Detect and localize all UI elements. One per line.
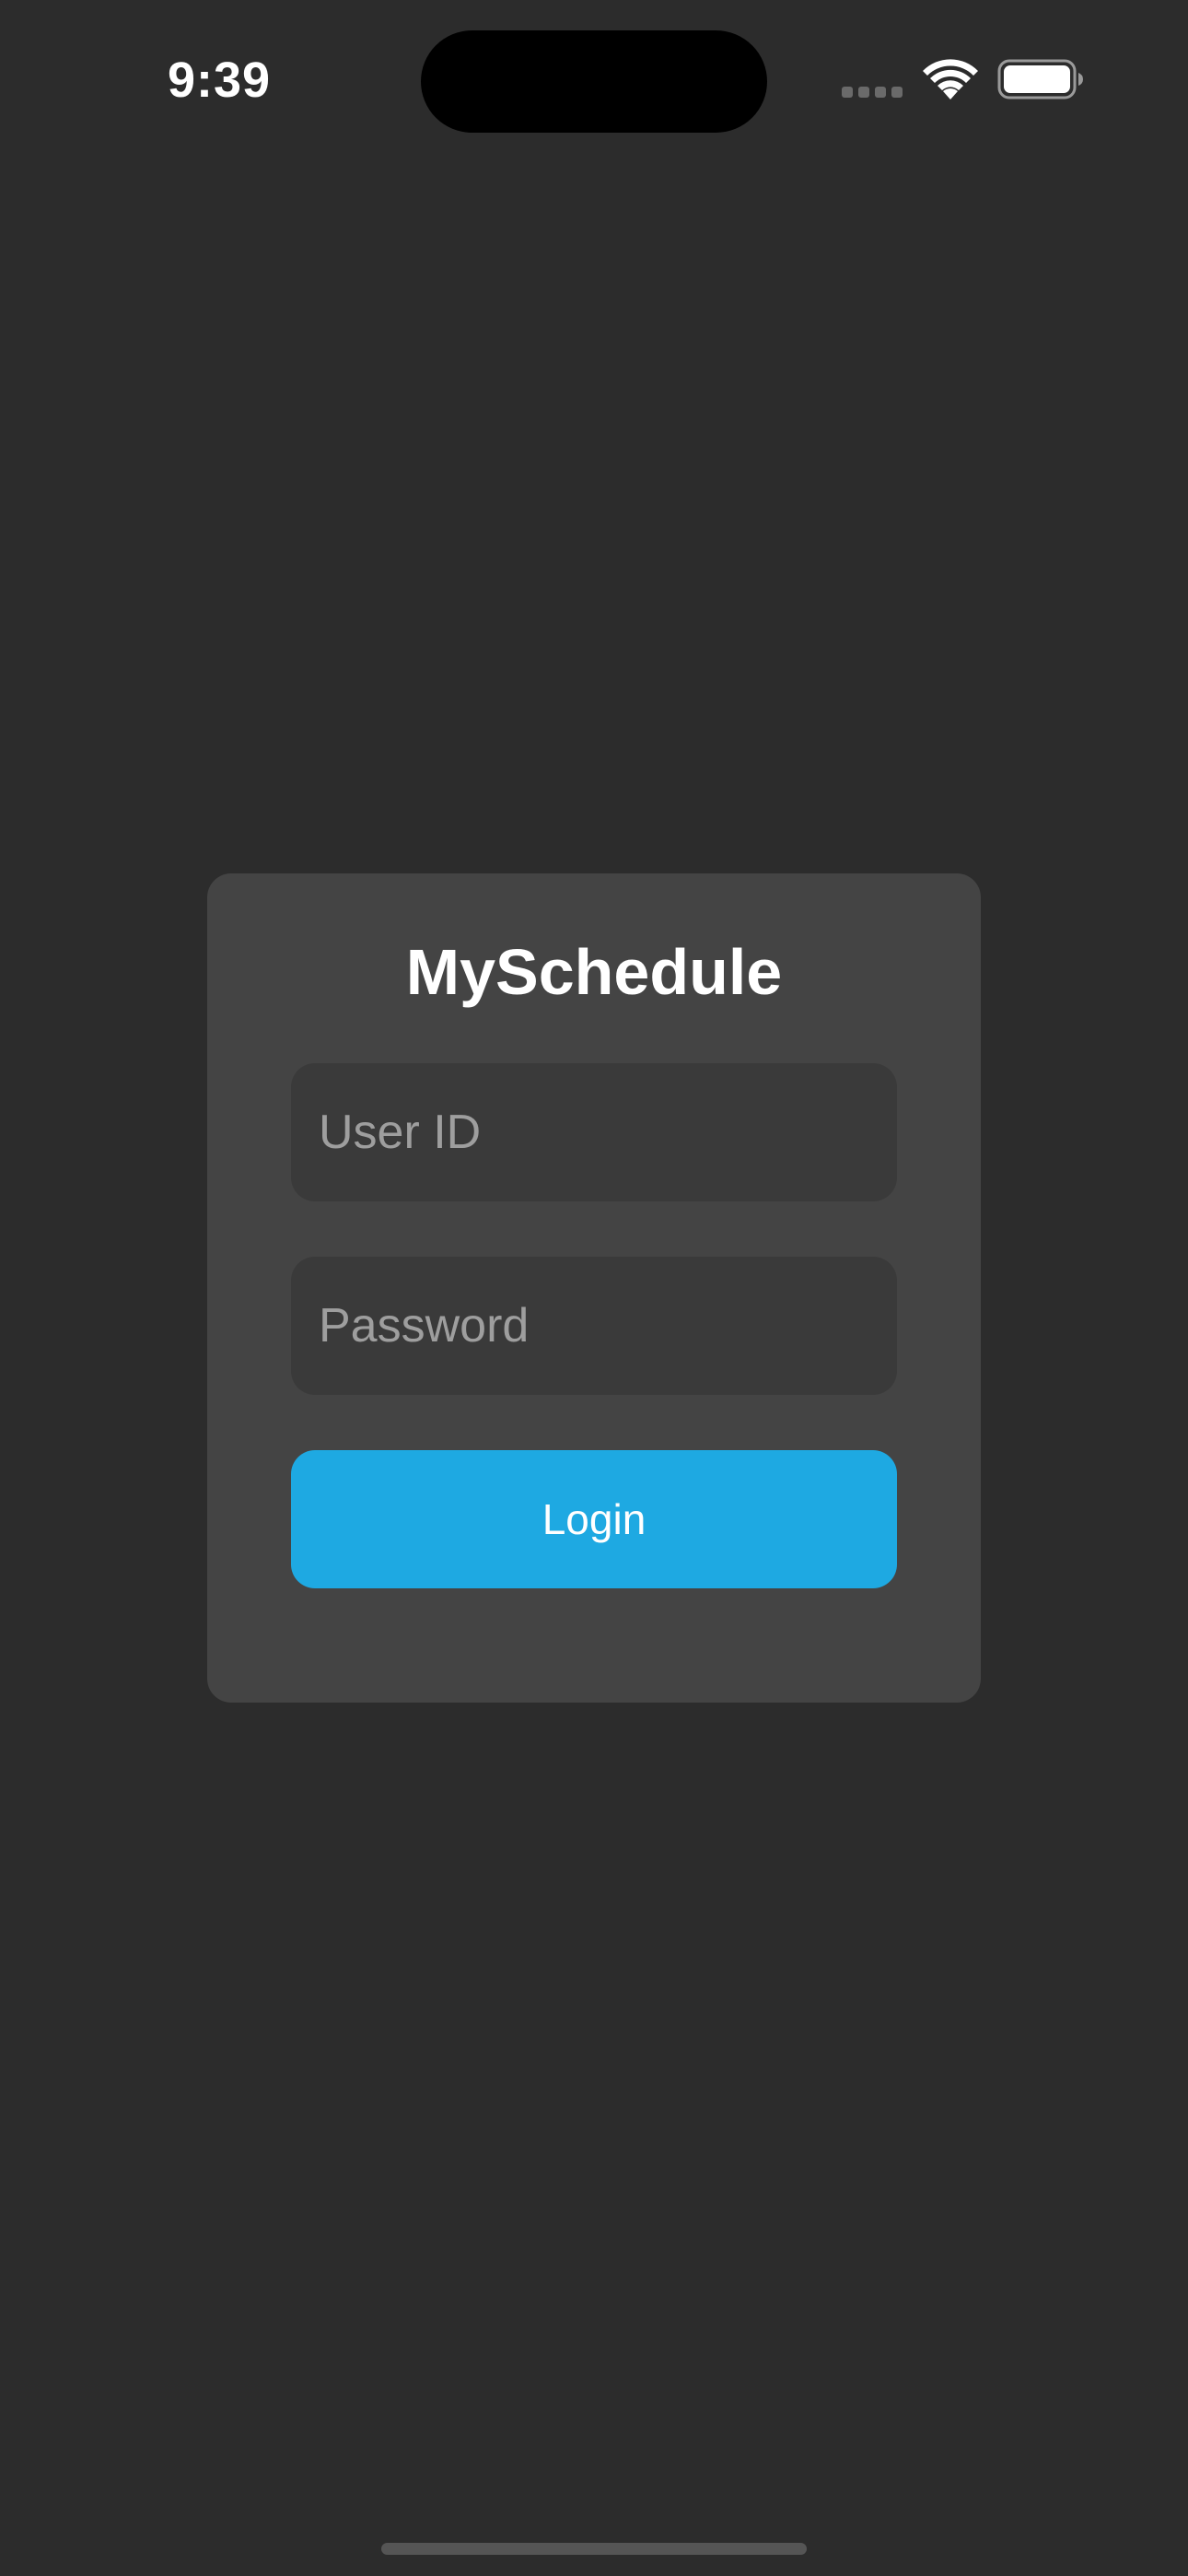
user-id-placeholder: User ID <box>319 1106 482 1159</box>
status-time: 9:39 <box>168 53 272 108</box>
app-title: MySchedule <box>405 936 783 1008</box>
password-placeholder: Password <box>319 1299 530 1352</box>
wifi-icon <box>923 59 978 100</box>
battery-icon <box>997 59 1083 100</box>
cellular-signal-icon <box>842 87 904 98</box>
user-id-field[interactable]: User ID <box>291 1063 897 1201</box>
home-indicator[interactable] <box>381 2543 807 2555</box>
password-field[interactable]: Password <box>291 1257 897 1395</box>
dynamic-island <box>421 30 767 133</box>
login-screen: 9:39 MySchedule User ID Password Login <box>0 0 1188 2576</box>
login-button-label: Login <box>542 1495 646 1543</box>
login-button[interactable]: Login <box>291 1450 897 1588</box>
